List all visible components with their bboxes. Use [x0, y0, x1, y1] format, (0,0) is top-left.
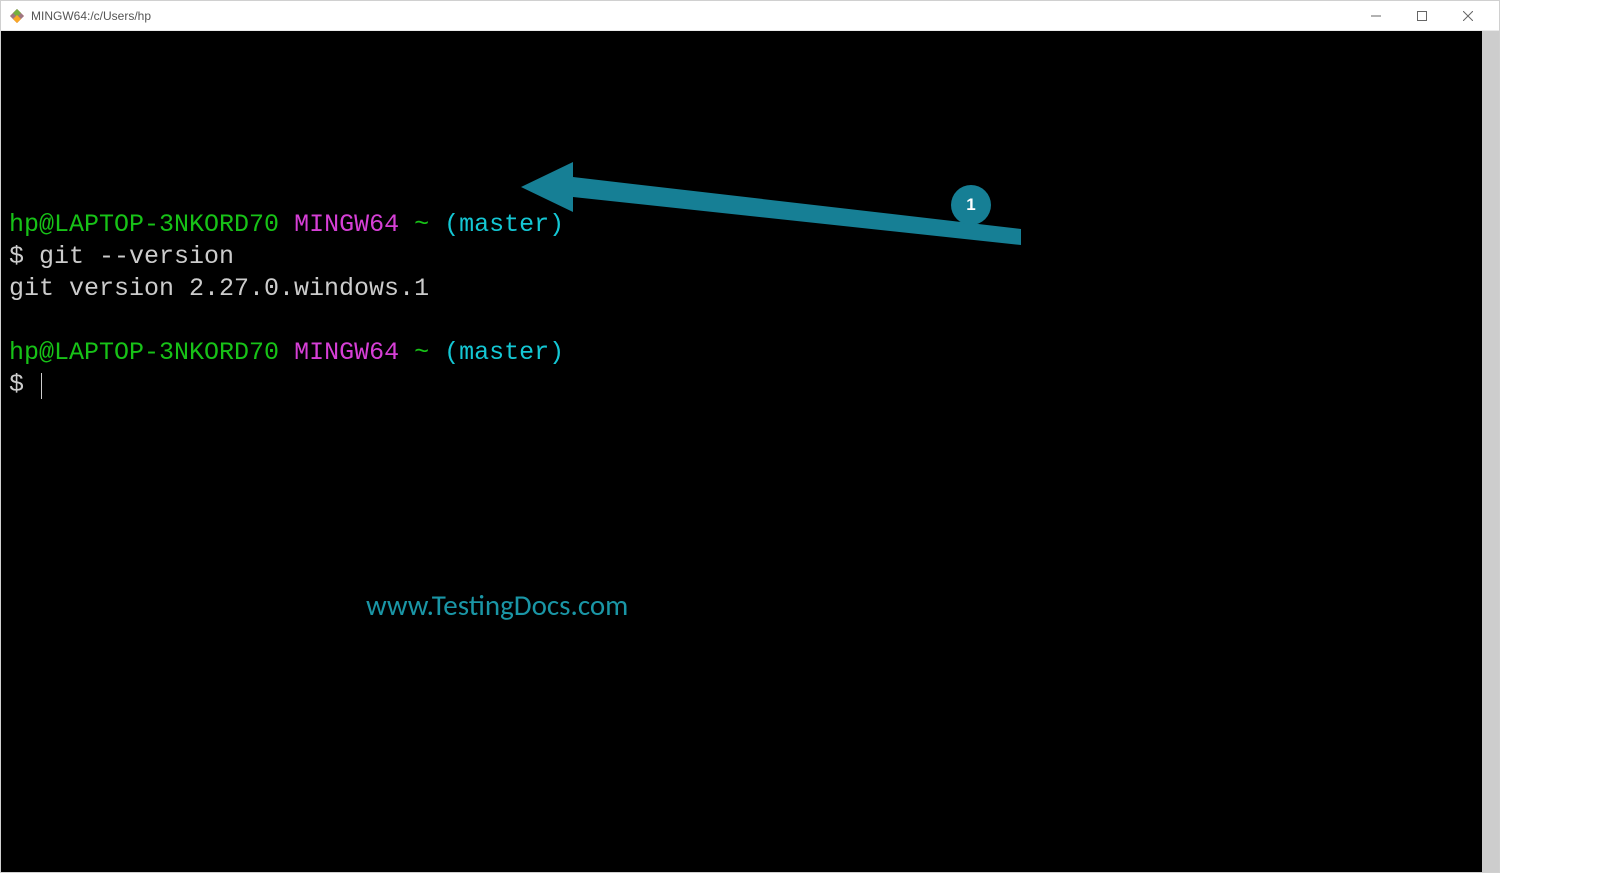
annotation-badge-number: 1	[966, 194, 975, 216]
prompt-user: hp@LAPTOP-3NKORD70	[9, 210, 279, 239]
terminal-wrap: hp@LAPTOP-3NKORD70 MINGW64 ~ (master)$ g…	[1, 31, 1499, 872]
command-text: git --version	[39, 242, 234, 271]
prompt-path: ~	[414, 210, 429, 239]
close-button[interactable]	[1445, 1, 1491, 31]
cursor	[41, 373, 42, 399]
window-title: MINGW64:/c/Users/hp	[31, 9, 151, 23]
scrollbar-thumb[interactable]	[1482, 31, 1499, 872]
git-bash-icon	[9, 8, 25, 24]
minimize-button[interactable]	[1353, 1, 1399, 31]
terminal[interactable]: hp@LAPTOP-3NKORD70 MINGW64 ~ (master)$ g…	[1, 31, 1482, 872]
prompt-sigil: $	[9, 242, 24, 271]
output-text: git version 2.27.0.windows.1	[9, 274, 429, 303]
terminal-line: $ git --version	[9, 241, 1474, 273]
prompt-env: MINGW64	[294, 338, 399, 367]
terminal-line	[9, 305, 1474, 337]
window: MINGW64:/c/Users/hp hp@LAPTOP-3NKORD70 M…	[0, 0, 1500, 873]
scrollbar[interactable]	[1482, 31, 1499, 872]
prompt-branch: (master)	[444, 210, 564, 239]
terminal-line: hp@LAPTOP-3NKORD70 MINGW64 ~ (master)	[9, 209, 1474, 241]
prompt-sigil: $	[9, 370, 24, 399]
terminal-line: $	[9, 369, 1474, 401]
terminal-line: git version 2.27.0.windows.1	[9, 273, 1474, 305]
watermark-text: www.TestingDocs.com	[366, 587, 628, 624]
annotation-badge: 1	[951, 185, 991, 225]
terminal-line: hp@LAPTOP-3NKORD70 MINGW64 ~ (master)	[9, 337, 1474, 369]
prompt-user: hp@LAPTOP-3NKORD70	[9, 338, 279, 367]
prompt-branch: (master)	[444, 338, 564, 367]
window-controls	[1353, 1, 1491, 31]
title-bar: MINGW64:/c/Users/hp	[1, 1, 1499, 31]
maximize-button[interactable]	[1399, 1, 1445, 31]
prompt-env: MINGW64	[294, 210, 399, 239]
prompt-path: ~	[414, 338, 429, 367]
